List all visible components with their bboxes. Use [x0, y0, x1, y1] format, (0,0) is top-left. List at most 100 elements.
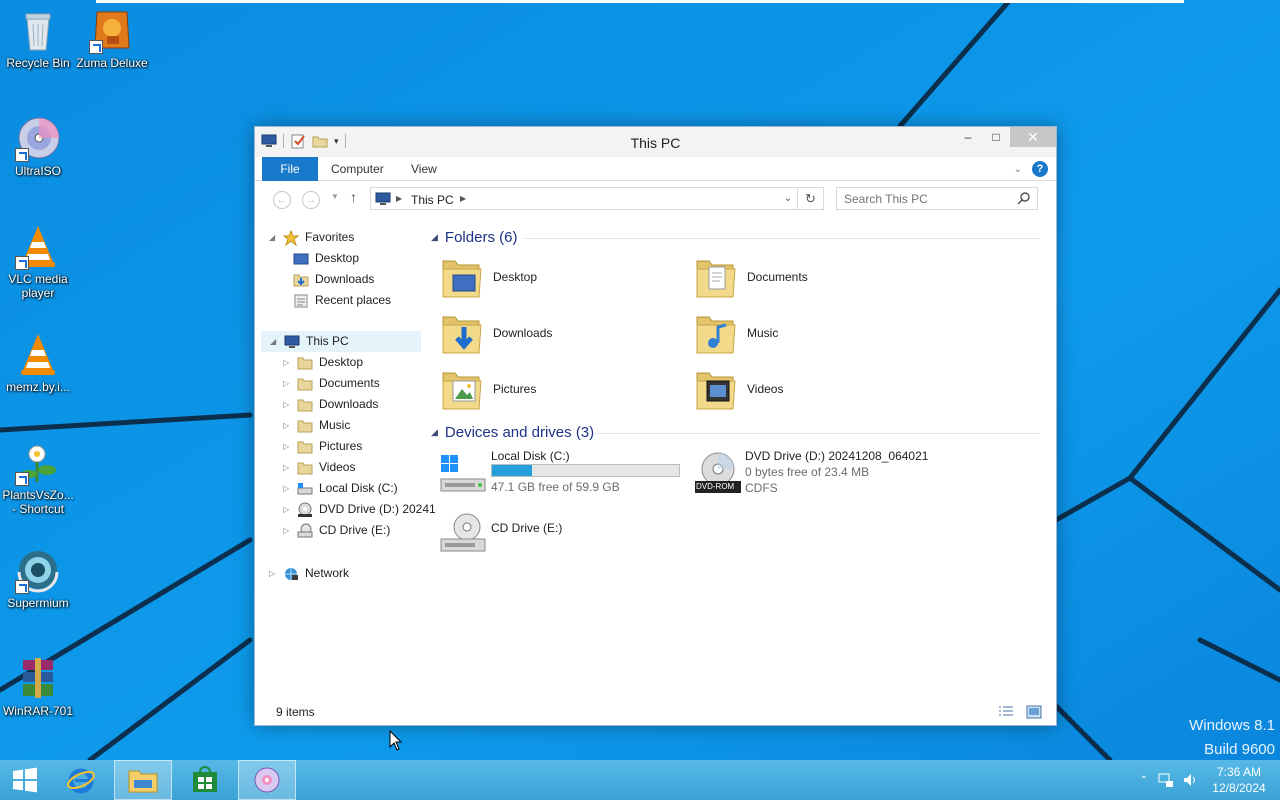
- tab-computer[interactable]: Computer: [331, 157, 384, 181]
- nav-favorites-downloads[interactable]: Downloads: [293, 269, 374, 290]
- desktop-icon-ultraiso[interactable]: UltraISO: [0, 116, 76, 178]
- address-bar[interactable]: ▶ This PC ▶ ⌄: [370, 187, 798, 210]
- clock[interactable]: 7:36 AM 12/8/2024: [1206, 764, 1272, 796]
- expand-arrow-icon[interactable]: ▷: [283, 520, 293, 541]
- address-dropdown-icon[interactable]: ⌄: [784, 193, 792, 204]
- desktop-icon-vlc[interactable]: VLC media player: [0, 224, 76, 300]
- drive-free-space: 47.1 GB free of 59.9 GB: [491, 480, 620, 494]
- show-desktop-button[interactable]: [1272, 760, 1280, 800]
- search-icon[interactable]: [1017, 191, 1031, 205]
- back-button[interactable]: ←: [273, 191, 291, 209]
- nav-label: Pictures: [319, 439, 363, 453]
- breadcrumb-this-pc[interactable]: This PC: [411, 193, 454, 207]
- watermark-line-1: Windows 8.1: [1189, 717, 1275, 734]
- volume-icon[interactable]: [1182, 772, 1198, 788]
- expand-arrow-icon[interactable]: ▷: [283, 394, 293, 415]
- drive-cd-e[interactable]: CD Drive (E:): [439, 509, 689, 563]
- folder-desktop[interactable]: Desktop: [439, 251, 679, 303]
- breadcrumb-separator-icon[interactable]: ▶: [396, 194, 402, 203]
- nav-this-pc[interactable]: ◢ This PC: [261, 331, 421, 352]
- large-icons-view-icon[interactable]: [1026, 705, 1042, 719]
- details-view-icon[interactable]: [998, 705, 1014, 719]
- taskbar-internet-explorer[interactable]: [56, 760, 106, 800]
- expand-arrow-icon[interactable]: ▷: [283, 478, 293, 499]
- title-bar[interactable]: ▾ This PC – □ ✕: [255, 127, 1056, 157]
- recycle-bin-icon: [15, 8, 61, 54]
- show-hidden-icons-icon[interactable]: ⌃: [1140, 775, 1148, 786]
- tab-view[interactable]: View: [411, 157, 437, 181]
- close-button[interactable]: ✕: [1010, 127, 1056, 147]
- nav-this-pc-pictures[interactable]: ▷ Pictures: [283, 436, 362, 457]
- desktop-icon-winrar[interactable]: WinRAR-701: [0, 656, 76, 718]
- nav-this-pc-cd-drive[interactable]: ▷ CD Drive (E:): [283, 520, 390, 541]
- network-status-icon[interactable]: [1158, 772, 1174, 788]
- expand-arrow-icon[interactable]: ▷: [283, 457, 293, 478]
- start-button[interactable]: [0, 760, 50, 800]
- nav-favorites[interactable]: ◢ Favorites: [269, 227, 354, 248]
- folder-downloads[interactable]: Downloads: [439, 307, 679, 359]
- folder-videos[interactable]: Videos: [693, 363, 933, 415]
- drive-dvd-d[interactable]: DVD-ROM DVD Drive (D:) 20241208_064021 0…: [693, 449, 943, 503]
- taskbar-file-explorer[interactable]: [114, 760, 172, 800]
- navigation-bar: ← → ▼ ↑ ▶ This PC ▶ ⌄ ↻: [255, 181, 1056, 215]
- expand-arrow-icon[interactable]: ▷: [283, 499, 293, 520]
- cd-drive-icon: [440, 513, 486, 552]
- collapse-group-icon[interactable]: ◢: [431, 427, 438, 438]
- folder-music[interactable]: Music: [693, 307, 933, 359]
- nav-this-pc-documents[interactable]: ▷ Documents: [283, 373, 380, 394]
- nav-this-pc-downloads[interactable]: ▷ Downloads: [283, 394, 378, 415]
- search-input[interactable]: [837, 188, 1007, 209]
- watermark-line-2: Build 9600: [1204, 741, 1275, 758]
- folders-group-header[interactable]: ◢ Folders (6): [431, 229, 517, 246]
- folder-documents[interactable]: Documents: [693, 251, 933, 303]
- nav-favorites-recent-places[interactable]: Recent places: [293, 290, 391, 311]
- up-button[interactable]: ↑: [350, 189, 357, 205]
- dvd-rom-badge: DVD-ROM: [696, 482, 735, 491]
- desktop-icon-recycle-bin[interactable]: Recycle Bin: [0, 8, 76, 70]
- expand-arrow-icon[interactable]: ▷: [283, 415, 293, 436]
- collapse-arrow-icon[interactable]: ◢: [269, 227, 279, 248]
- desktop-icon-supermium[interactable]: Supermium: [0, 548, 76, 610]
- internet-explorer-icon: [67, 768, 95, 794]
- refresh-button[interactable]: ↻: [798, 187, 824, 210]
- nav-label: This PC: [306, 334, 349, 348]
- desktop-icon-zuma[interactable]: Zuma Deluxe: [74, 8, 150, 70]
- nav-this-pc-desktop[interactable]: ▷ Desktop: [283, 352, 363, 373]
- devices-group-header[interactable]: ◢ Devices and drives (3): [431, 424, 594, 441]
- windows-version-watermark: Windows 8.1 Build 9600: [1189, 714, 1275, 762]
- expand-arrow-icon[interactable]: ▷: [283, 352, 293, 373]
- collapse-arrow-icon[interactable]: ◢: [270, 332, 280, 351]
- drive-local-disk-c[interactable]: Local Disk (C:) 47.1 GB free of 59.9 GB: [439, 449, 689, 503]
- plants-vs-zombies-icon: [15, 440, 61, 486]
- desktop-icon-plants-vs-zombies[interactable]: PlantsVsZo... - Shortcut: [0, 440, 76, 516]
- desktop-icon-memz[interactable]: memz.by.i...: [0, 332, 76, 394]
- expand-arrow-icon[interactable]: ▷: [269, 563, 279, 584]
- forward-button[interactable]: →: [302, 191, 320, 209]
- folder-pictures[interactable]: Pictures: [439, 363, 679, 415]
- this-pc-icon: [284, 335, 300, 348]
- search-box[interactable]: [836, 187, 1038, 210]
- recent-locations-icon[interactable]: ▼: [331, 192, 339, 201]
- taskbar-ultraiso[interactable]: [238, 760, 296, 800]
- tab-file[interactable]: File: [262, 157, 318, 181]
- nav-this-pc-dvd-drive[interactable]: ▷ DVD Drive (D:) 20241: [283, 499, 436, 520]
- vlc-icon: [15, 224, 61, 270]
- nav-network[interactable]: ▷ Network: [269, 563, 349, 584]
- minimize-button[interactable]: –: [954, 127, 982, 147]
- taskbar-store[interactable]: [180, 760, 230, 800]
- nav-this-pc-local-disk[interactable]: ▷ Local Disk (C:): [283, 478, 398, 499]
- expand-ribbon-icon[interactable]: ⌄: [1014, 164, 1022, 175]
- help-button[interactable]: ?: [1032, 161, 1048, 177]
- expand-arrow-icon[interactable]: ▷: [283, 373, 293, 394]
- expand-arrow-icon[interactable]: ▷: [283, 436, 293, 457]
- nav-favorites-desktop[interactable]: Desktop: [293, 248, 359, 269]
- collapse-group-icon[interactable]: ◢: [431, 232, 438, 243]
- desktop-icon-label: VLC media player: [8, 272, 68, 300]
- star-icon: [283, 229, 299, 246]
- breadcrumb-separator-icon[interactable]: ▶: [460, 194, 466, 203]
- nav-this-pc-videos[interactable]: ▷ Videos: [283, 457, 355, 478]
- maximize-button[interactable]: □: [982, 127, 1010, 147]
- folder-label: Videos: [747, 382, 784, 396]
- windows-logo-icon: [13, 767, 37, 793]
- nav-this-pc-music[interactable]: ▷ Music: [283, 415, 350, 436]
